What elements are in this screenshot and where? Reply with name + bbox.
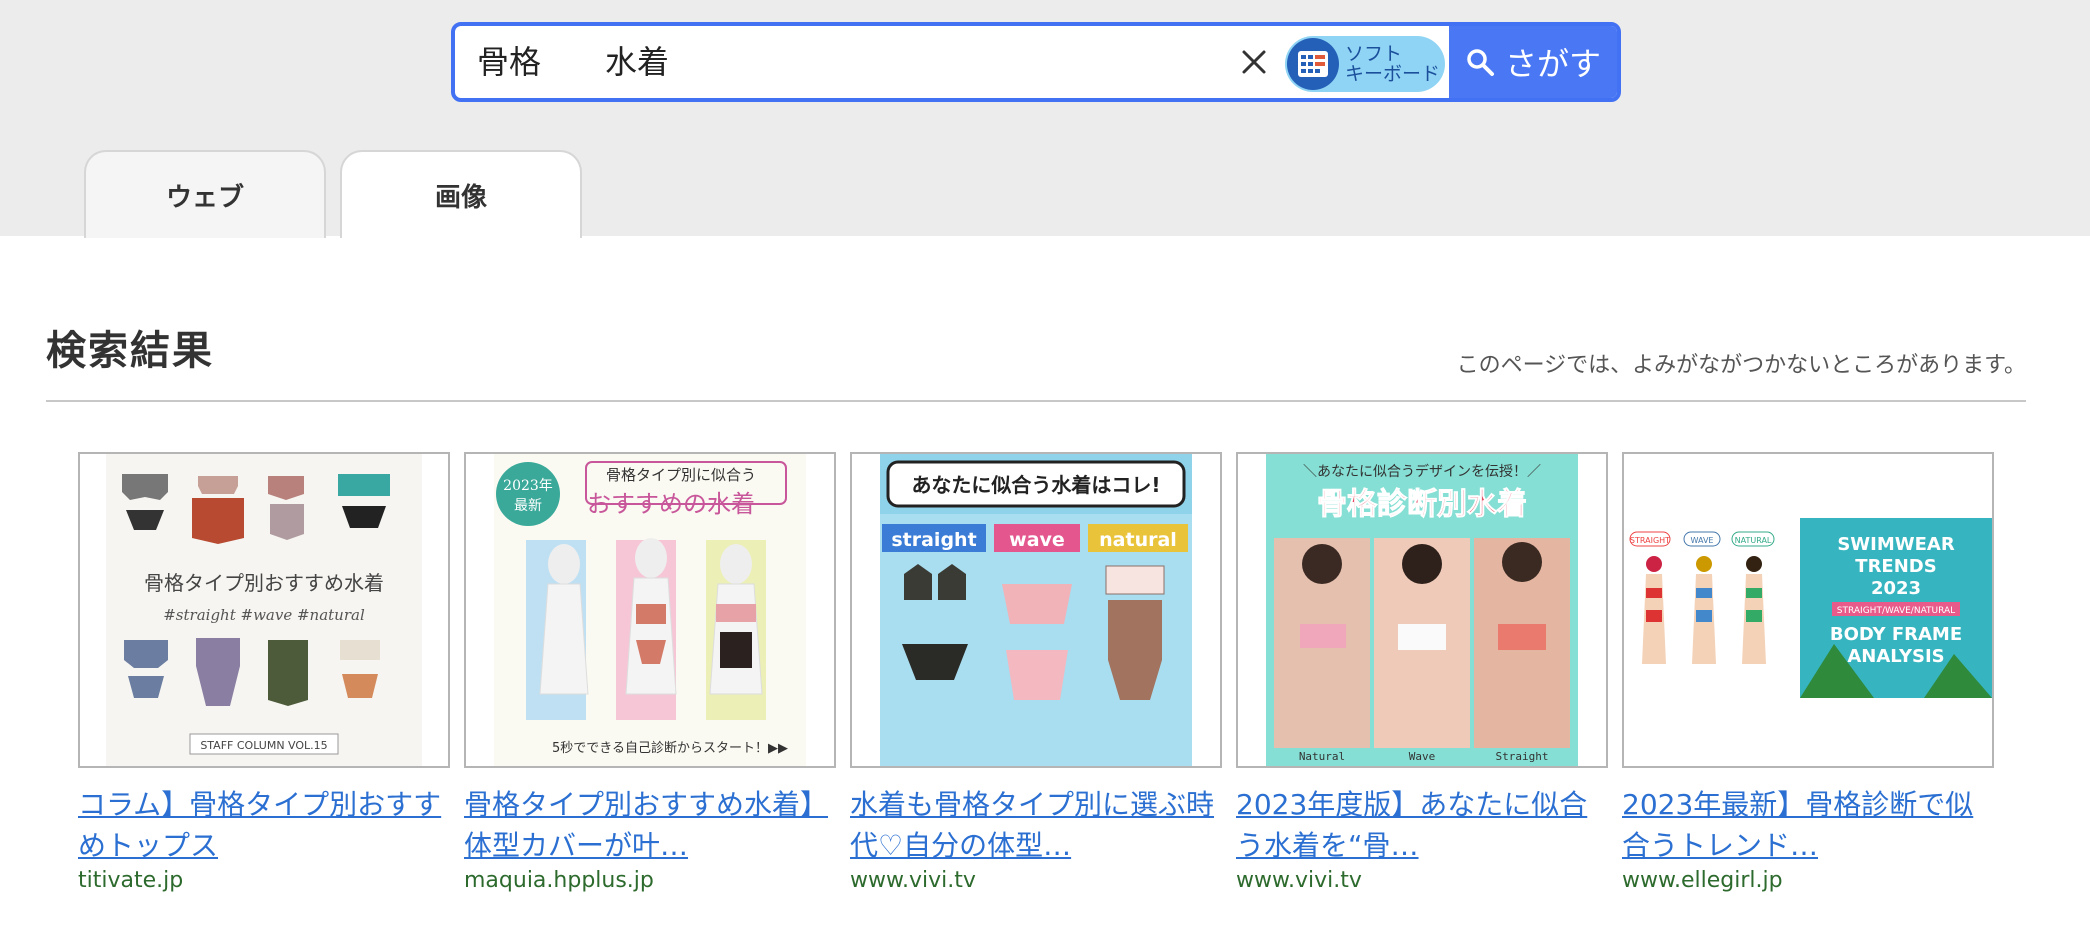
thumb-tag-3: natural [1099, 529, 1177, 551]
result-thumbnail[interactable]: ＼あなたに似合うデザインを伝授！／ 骨格診断別水着 Natural Wave S… [1236, 452, 1608, 768]
thumb-text-footer: STAFF COLUMN VOL.15 [200, 739, 327, 752]
reading-notice: このページでは、よみがながつかないところがあります。 [1456, 353, 2026, 378]
thumb-heading-3: 2023 [1871, 578, 1921, 599]
result-thumbnail[interactable]: あなたに似合う水着はコレ! straight wave natural [850, 452, 1222, 768]
keyboard-icon [1287, 38, 1339, 90]
thumb-label-3: Straight [1496, 750, 1549, 763]
result-domain: www.ellegirl.jp [1622, 868, 1783, 893]
result-card: 骨格タイプ別おすすめ水着 #straight #wave #natural ST… [78, 452, 450, 893]
thumb-text-main: 骨格タイプ別おすすめ水着 [144, 571, 384, 595]
results-title: 検索結果 [46, 328, 214, 374]
result-domain: www.vivi.tv [1236, 868, 1362, 893]
result-title-link[interactable]: 水着も骨格タイプ別に選ぶ時代♡自分の体型… [850, 784, 1222, 866]
result-domain: titivate.jp [78, 868, 184, 893]
tab-web-label: ウェブ [165, 182, 244, 213]
result-card: あなたに似合う水着はコレ! straight wave natural 水着も骨… [850, 452, 1222, 893]
thumb-text-top: ＼あなたに似合うデザインを伝授！／ [1303, 463, 1541, 480]
thumb-heading-1: SWIMWEAR [1837, 534, 1955, 555]
thumb-label-2: Wave [1409, 750, 1436, 763]
thumb-tag-2: wave [1009, 529, 1065, 551]
tab-image-label: 画像 [434, 182, 487, 213]
result-thumbnail[interactable]: 2023年 最新 骨格タイプ別に似合う おすすめの水着 5秒でできる自己診断から… [464, 452, 836, 768]
thumb-text-tags: #straight #wave #natural [163, 606, 365, 624]
thumb-label-1: Natural [1299, 750, 1345, 763]
thumb-text-bubble: あなたに似合う水着はコレ! [911, 473, 1160, 497]
thumb-text-footer: 5秒でできる自己診断からスタート！▶▶ [552, 740, 788, 756]
clear-button[interactable] [1231, 39, 1277, 85]
search-button[interactable]: さがす [1449, 26, 1617, 98]
thumb-heading-4: BODY FRAME [1830, 624, 1962, 645]
tab-web[interactable]: ウェブ [84, 150, 326, 238]
tab-image[interactable]: 画像 [340, 150, 582, 238]
result-card: ＼あなたに似合うデザインを伝授！／ 骨格診断別水着 Natural Wave S… [1236, 452, 1608, 893]
result-thumbnail[interactable]: STRAIGHT WAVE NATURAL SWIMWEAR TRENDS 20… [1622, 452, 1994, 768]
result-card: 2023年 最新 骨格タイプ別に似合う おすすめの水着 5秒でできる自己診断から… [464, 452, 836, 893]
search-input[interactable]: 骨格 水着 [477, 26, 1617, 98]
thumb-badge-year: 2023年 [503, 478, 553, 494]
soft-keyboard-label: ソフト キーボード [1345, 43, 1441, 85]
close-icon [1242, 50, 1266, 74]
result-domain: www.vivi.tv [850, 868, 976, 893]
soft-keyboard-button[interactable]: ソフト キーボード [1285, 36, 1445, 92]
thumb-text-line2: おすすめの水着 [587, 490, 755, 518]
photo-icon [1274, 538, 1570, 748]
search-bar: 骨格 水着 ソフト キーボード さがす [451, 22, 1621, 102]
divider [46, 400, 2026, 402]
thumb-tag-1: straight [891, 529, 976, 551]
result-title-link[interactable]: 2023年最新】骨格診断で似合うトレンド… [1622, 784, 1994, 866]
thumb-tag-1: STRAIGHT [1630, 536, 1670, 545]
search-icon [1467, 49, 1494, 76]
result-thumbnail[interactable]: 骨格タイプ別おすすめ水着 #straight #wave #natural ST… [78, 452, 450, 768]
result-title-link[interactable]: コラム】骨格タイプ別おすすめトップス [78, 784, 450, 866]
result-domain: maquia.hpplus.jp [464, 868, 654, 893]
thumb-text-line1: 骨格タイプ別に似合う [606, 466, 756, 484]
result-card: STRAIGHT WAVE NATURAL SWIMWEAR TRENDS 20… [1622, 452, 1994, 893]
thumb-subheading: STRAIGHT/WAVE/NATURAL [1837, 606, 1955, 616]
thumb-tag-3: NATURAL [1735, 536, 1772, 545]
thumb-heading-2: TRENDS [1855, 556, 1936, 577]
thumb-heading-5: ANALYSIS [1847, 646, 1944, 667]
thumb-text-main: 骨格診断別水着 [1317, 487, 1527, 522]
mannequin-icon [539, 538, 763, 695]
result-title-link[interactable]: 2023年度版】あなたに似合う水着を“骨… [1236, 784, 1608, 866]
search-button-label: さがす [1504, 45, 1601, 83]
result-title-link[interactable]: 骨格タイプ別おすすめ水着】体型カバーが叶… [464, 784, 836, 866]
thumb-tag-2: WAVE [1691, 536, 1714, 545]
thumb-badge-new: 最新 [514, 498, 542, 514]
